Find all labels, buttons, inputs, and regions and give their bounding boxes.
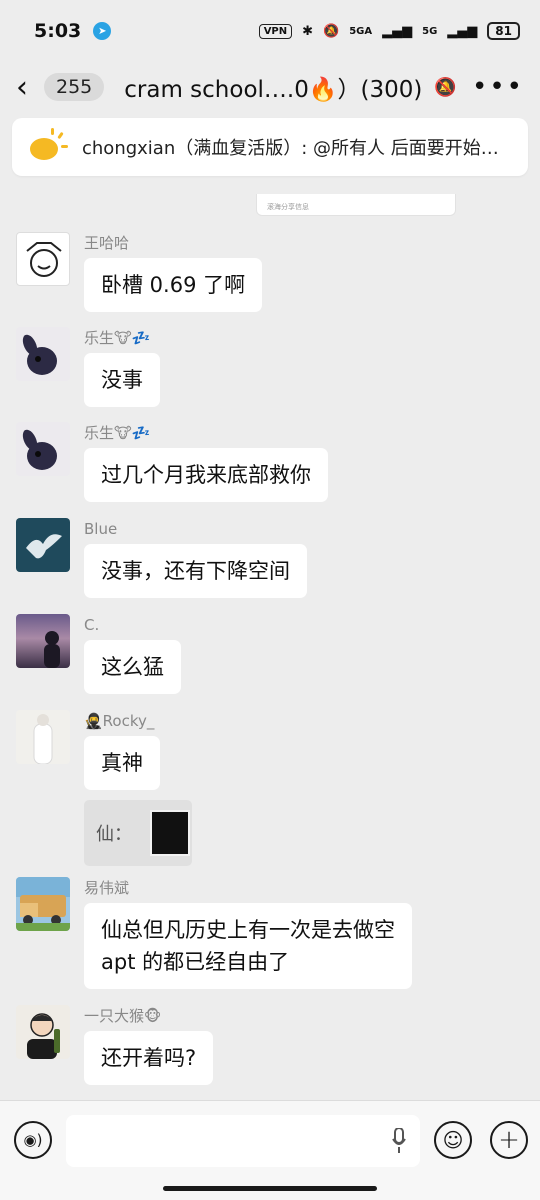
sender-name: 易伟斌 — [84, 879, 130, 897]
message-bubble[interactable]: 没事 — [84, 353, 160, 407]
message-bubble[interactable]: 过几个月我来底部救你 — [84, 448, 328, 502]
avatar[interactable] — [16, 710, 70, 764]
list-item: 🥷Rocky_ 真神 仙： — [16, 710, 192, 866]
avatar[interactable] — [16, 232, 70, 286]
mic-icon[interactable] — [392, 1128, 406, 1154]
telegram-icon: ➤ — [93, 22, 112, 40]
list-item: 乐生🐮💤 过几个月我来底部救你 — [16, 422, 328, 502]
sender-name: 乐生🐮💤 — [84, 329, 151, 347]
avatar[interactable] — [16, 1005, 70, 1059]
message-bubble[interactable]: 卧槽 0.69 了啊 — [84, 258, 263, 312]
message-bubble[interactable]: 没事，还有下降空间 — [84, 544, 307, 598]
signal-5ga: 5GA — [349, 25, 373, 37]
message-bubble[interactable]: 仙总但凡历史上有一次是去做空 apt 的都已经自由了 — [84, 903, 412, 989]
message-bubble[interactable]: 真神 — [84, 736, 160, 790]
voice-icon[interactable]: ◉) — [14, 1121, 52, 1159]
clock: 5:03 — [34, 20, 82, 42]
back-icon[interactable]: ‹ — [16, 70, 42, 105]
list-item: 易伟斌 仙总但凡历史上有一次是去做空 apt 的都已经自由了 — [16, 877, 412, 989]
sender-name: 王哈哈 — [84, 234, 130, 252]
sender-name: Blue — [84, 520, 118, 538]
notice-text: chongxian（满血复活版）: @所有人 后面要开始… — [82, 138, 499, 159]
sender-name: C. — [84, 616, 100, 634]
reply-image-thumbnail[interactable] — [150, 810, 190, 856]
mute-icon: 🔕 — [434, 76, 457, 98]
more-icon[interactable]: ••• — [472, 72, 524, 102]
signal-bars-icon-2: ▂▄▆ — [447, 23, 478, 39]
signal-bars-icon: ▂▄▆ — [382, 23, 413, 39]
message-bubble[interactable]: 还开着吗? — [84, 1031, 214, 1085]
list-item: Blue 没事，还有下降空间 — [16, 518, 307, 598]
avatar[interactable] — [16, 422, 70, 476]
reply-label: 仙： — [96, 824, 132, 845]
message-line: 仙总但凡历史上有一次是去做空 — [101, 918, 395, 942]
input-bar: ◉) ☺ + — [0, 1100, 540, 1200]
sender-name: 一只大猴🐵 — [84, 1007, 162, 1025]
bluetooth-icon: ✱ — [302, 23, 314, 39]
emoji-icon[interactable]: ☺ — [434, 1121, 472, 1159]
avatar[interactable] — [16, 327, 70, 381]
unread-count-badge[interactable]: 255 — [44, 73, 105, 101]
chat-title[interactable]: cram school….0🔥）(300) — [124, 70, 422, 104]
avatar[interactable] — [16, 877, 70, 931]
list-item: 乐生🐮💤 没事 — [16, 327, 160, 407]
list-item: C. 这么猛 — [16, 614, 181, 694]
sender-name: 🥷Rocky_ — [84, 712, 155, 730]
plus-icon[interactable]: + — [490, 1121, 528, 1159]
battery-indicator: 81 — [487, 22, 520, 40]
shared-card-caption: 滚海分享信息 — [267, 203, 309, 211]
avatar[interactable] — [16, 518, 70, 572]
sender-name: 乐生🐮💤 — [84, 424, 151, 442]
chat-header: ‹ 255 cram school….0🔥）(300) 🔕 ••• — [0, 62, 540, 112]
vpn-badge: VPN — [258, 23, 293, 39]
message-line: apt 的都已经自由了 — [101, 950, 290, 974]
list-item: 王哈哈 卧槽 0.69 了啊 — [16, 232, 263, 312]
message-bubble[interactable]: 这么猛 — [84, 640, 181, 694]
status-bar: 5:03 ➤ VPN ✱ 🔕 5GA ▂▄▆ 5G ▂▄▆ 81 — [0, 0, 540, 62]
signal-5g: 5G — [422, 25, 438, 37]
megaphone-icon — [30, 128, 68, 164]
reply-quote[interactable]: 仙： — [84, 800, 192, 866]
shared-card-fragment[interactable]: 滚海分享信息 — [256, 194, 456, 216]
group-notice[interactable]: chongxian（满血复活版）: @所有人 后面要开始… — [12, 118, 528, 176]
message-input[interactable] — [66, 1115, 420, 1167]
home-indicator — [163, 1186, 377, 1191]
silent-icon: 🔕 — [323, 23, 340, 39]
avatar[interactable] — [16, 614, 70, 668]
list-item: 一只大猴🐵 还开着吗? — [16, 1005, 214, 1085]
